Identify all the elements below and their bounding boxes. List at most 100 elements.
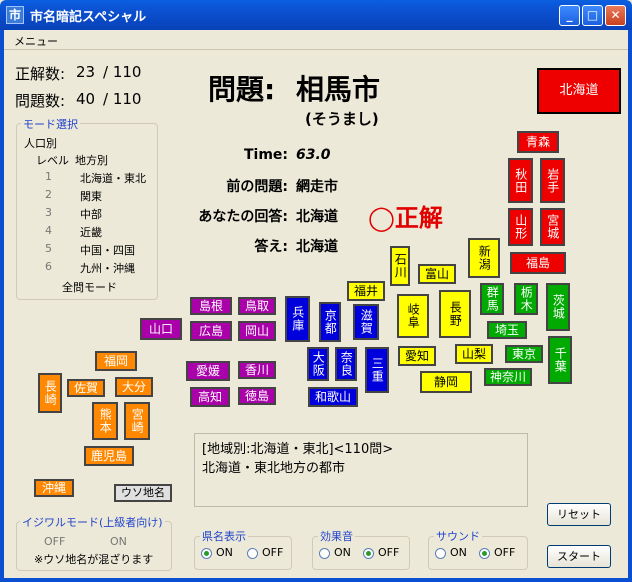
pref-display-on-radio[interactable] xyxy=(201,548,212,559)
mode-population[interactable]: 人口別 xyxy=(24,135,57,151)
region-option[interactable]: 近畿 xyxy=(80,224,102,240)
mode-select-title: モード選択 xyxy=(21,116,80,132)
menu-item[interactable]: メニュー xyxy=(14,33,58,49)
pref-button-hokkaido[interactable]: 北海道 xyxy=(537,68,621,114)
pref-button-kagoshima[interactable]: 鹿児島 xyxy=(84,446,134,466)
pref-button-aichi[interactable]: 愛知 xyxy=(398,346,436,366)
pref-button-saga[interactable]: 佐賀 xyxy=(67,379,105,397)
pref-button-hyogo[interactable]: 兵庫 xyxy=(285,296,310,342)
level-option[interactable]: 2 xyxy=(45,188,52,201)
level-option[interactable]: 4 xyxy=(45,224,52,237)
pref-button-okinawa[interactable]: 沖縄 xyxy=(34,479,74,497)
your-answer-label: あなたの回答: xyxy=(198,209,288,225)
pref-button-iwate[interactable]: 岩手 xyxy=(540,158,565,203)
region-option[interactable]: 九州・沖縄 xyxy=(80,260,135,276)
hard-mode-note: ※ウソ地名が混ざります xyxy=(34,553,154,566)
pref-button-oita[interactable]: 大分 xyxy=(115,377,153,397)
previous-question-label: 前の問題: xyxy=(226,179,288,195)
sound-off-label: OFF xyxy=(494,546,516,559)
title-bar: 市 市名暗記スペシャル _ □ ✕ xyxy=(0,0,632,30)
pref-button-gunma[interactable]: 群馬 xyxy=(480,283,504,315)
sound-effect-off-label: OFF xyxy=(378,546,400,559)
all-mode-option[interactable]: 全問モード xyxy=(62,279,117,295)
your-answer: 北海道 xyxy=(296,209,338,225)
pref-button-fukushima[interactable]: 福島 xyxy=(510,252,566,274)
sound-on-label: ON xyxy=(450,546,467,559)
sound-effect-title: 効果音 xyxy=(318,528,355,544)
pref-button-gifu[interactable]: 岐阜 xyxy=(397,294,429,338)
minimize-button[interactable]: _ xyxy=(559,5,580,26)
pref-button-miyazaki[interactable]: 宮崎 xyxy=(124,402,150,440)
region-option[interactable]: 中部 xyxy=(80,206,102,222)
start-button[interactable]: スタート xyxy=(547,545,611,568)
pref-button-ishikawa[interactable]: 石川 xyxy=(390,246,410,286)
pref-button-osaka[interactable]: 大阪 xyxy=(307,347,329,381)
pref-button-kyoto[interactable]: 京都 xyxy=(319,302,341,342)
region-option[interactable]: 中国・四国 xyxy=(80,242,135,258)
correct-count-label: 正解数: xyxy=(15,65,66,83)
pref-button-aomori[interactable]: 青森 xyxy=(517,131,559,153)
region-option[interactable]: 関東 xyxy=(80,188,102,204)
pref-button-yamagata[interactable]: 山形 xyxy=(508,208,533,246)
pref-button-kagawa[interactable]: 香川 xyxy=(238,361,276,379)
reset-button[interactable]: リセット xyxy=(547,503,611,526)
question-total: / 110 xyxy=(103,90,142,108)
sound-effect-on-radio[interactable] xyxy=(319,548,330,559)
region-option[interactable]: 北海道・東北 xyxy=(80,170,146,186)
pref-button-ibaraki[interactable]: 茨城 xyxy=(546,283,570,331)
pref-button-yamaguchi[interactable]: 山口 xyxy=(140,318,182,340)
pref-button-fukuoka[interactable]: 福岡 xyxy=(95,351,137,371)
time-value: 63.0 xyxy=(296,147,331,163)
window-frame-bottom xyxy=(0,578,632,582)
pref-button-shiga[interactable]: 滋賀 xyxy=(353,304,379,340)
pref-button-tokyo[interactable]: 東京 xyxy=(505,345,543,363)
pref-display-on-label: ON xyxy=(216,546,233,559)
sound-off-radio[interactable] xyxy=(479,548,490,559)
pref-button-kochi[interactable]: 高知 xyxy=(190,387,230,407)
pref-button-wakayama[interactable]: 和歌山 xyxy=(308,387,358,407)
time-label: Time: xyxy=(243,147,288,163)
pref-button-saitama[interactable]: 埼玉 xyxy=(487,321,527,339)
level-option[interactable]: 6 xyxy=(45,260,52,273)
result-correct: ◯正解 xyxy=(368,204,443,232)
pref-button-okayama[interactable]: 岡山 xyxy=(238,321,276,341)
maximize-button[interactable]: □ xyxy=(582,5,603,26)
pref-button-akita[interactable]: 秋田 xyxy=(508,158,533,203)
question-city: 相馬市 xyxy=(296,73,381,106)
close-button[interactable]: ✕ xyxy=(605,5,626,26)
pref-button-nagasaki[interactable]: 長崎 xyxy=(38,373,62,413)
window-frame-right xyxy=(628,30,632,582)
level-option[interactable]: 3 xyxy=(45,206,52,219)
previous-question: 網走市 xyxy=(296,179,338,195)
pref-button-shizuoka[interactable]: 静岡 xyxy=(420,371,472,393)
pref-button-chiba[interactable]: 千葉 xyxy=(548,336,572,384)
pref-button-tokushima[interactable]: 徳島 xyxy=(238,387,276,405)
pref-button-shimane[interactable]: 島根 xyxy=(190,297,232,315)
pref-button-fukui[interactable]: 福井 xyxy=(347,281,385,301)
pref-button-nara[interactable]: 奈良 xyxy=(335,347,357,381)
level-option[interactable]: 1 xyxy=(45,170,52,183)
pref-button-niigata[interactable]: 新潟 xyxy=(468,238,500,278)
question-label: 問題: xyxy=(208,73,276,106)
pref-button-toyama[interactable]: 富山 xyxy=(418,264,456,284)
hard-mode-on[interactable]: ON xyxy=(110,535,127,548)
correct-answer: 北海道 xyxy=(296,239,338,255)
fake-place-button[interactable]: ウソ地名 xyxy=(114,484,172,502)
pref-button-hiroshima[interactable]: 広島 xyxy=(190,321,232,341)
pref-button-mie[interactable]: 三重 xyxy=(365,347,389,393)
pref-button-kanagawa[interactable]: 神奈川 xyxy=(484,368,532,386)
pref-button-yamanashi[interactable]: 山梨 xyxy=(455,344,493,364)
sound-on-radio[interactable] xyxy=(435,548,446,559)
pref-button-kumamoto[interactable]: 熊本 xyxy=(92,402,118,440)
pref-display-off-label: OFF xyxy=(262,546,284,559)
pref-button-ehime[interactable]: 愛媛 xyxy=(186,361,230,381)
pref-button-nagano[interactable]: 長野 xyxy=(439,290,471,338)
pref-display-off-radio[interactable] xyxy=(247,548,258,559)
level-option[interactable]: 5 xyxy=(45,242,52,255)
pref-button-tottori[interactable]: 鳥取 xyxy=(238,297,276,315)
hard-mode-off[interactable]: OFF xyxy=(44,535,65,548)
sound-effect-off-radio[interactable] xyxy=(363,548,374,559)
pref-button-tochigi[interactable]: 栃木 xyxy=(514,283,538,315)
pref-button-miyagi[interactable]: 宮城 xyxy=(540,208,565,246)
description-box: [地域別:北海道・東北]<110問> 北海道・東北地方の都市 xyxy=(194,433,528,507)
